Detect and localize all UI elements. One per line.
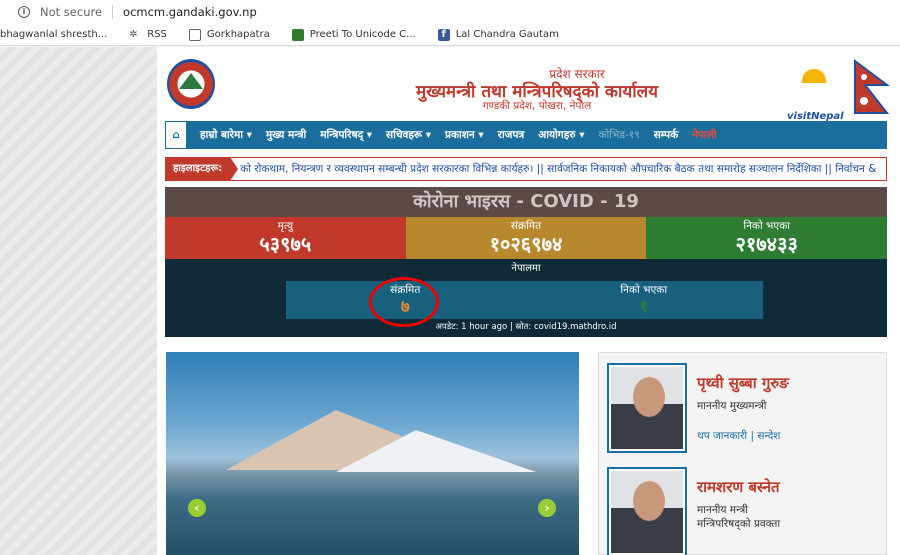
bookmark-item[interactable]: Gorkhapatra — [188, 28, 270, 41]
ticker-text[interactable]: को रोकथाम, नियन्त्रण र व्यवस्थापन सम्बन्… — [230, 162, 876, 176]
nepal-recovered-label: निको भएका — [620, 284, 668, 296]
nepal-recovered-value: १ — [639, 297, 649, 317]
deaths-value: ५३९७५ — [259, 232, 312, 256]
highlights-ticker[interactable]: हाइलाइटहरू: को रोकथाम, नियन्त्रण र व्यवस… — [165, 157, 887, 181]
bookmarks-bar: bhagwanlal shresth... ✲ RSS Gorkhapatra P… — [0, 24, 900, 46]
official-title-2: मन्त्रिपरिषद्‌को प्रवक्ता — [697, 518, 781, 530]
mountain-shape — [336, 430, 536, 472]
prev-arrow-icon[interactable]: ‹ — [188, 499, 206, 517]
nepal-flag-icon — [854, 59, 890, 114]
officials-panel: पृथ्वी सुब्बा गुरुङ माननीय मुख्यमन्त्री … — [598, 352, 887, 555]
covid-widget: कोरोना भाइरस - COVID - 19 मृत्यु ५३९७५ स… — [165, 187, 888, 337]
nav-covid[interactable]: कोभिड-१९ — [591, 128, 646, 142]
nav-contact[interactable]: सम्पर्क — [647, 128, 685, 142]
rss-icon: ✲ — [129, 28, 138, 40]
ticker-label: हाइलाइटहरू: — [165, 158, 239, 180]
recovered-stat: निको भएका २१७४३३ — [646, 217, 888, 259]
nav-council[interactable]: मन्त्रिपरिषद् ▾ — [313, 128, 379, 142]
preeti-icon — [291, 28, 304, 41]
nav-publications[interactable]: प्रकाशन ▾ — [438, 128, 491, 142]
facebook-icon: f — [437, 28, 450, 41]
bookmark-item[interactable]: bhagwanlal shresth... — [0, 29, 107, 40]
nepal-recovered: निको भएका १ — [525, 281, 764, 319]
official-title: माननीय मन्त्री — [697, 504, 749, 516]
official-photo — [607, 467, 687, 555]
visit-nepal-logo: visitNepal 2020 — [787, 69, 847, 129]
confirmed-label: संक्रमित — [510, 220, 542, 232]
deaths-label: मृत्यु — [277, 220, 294, 232]
bookmark-item[interactable]: f Lal Chandra Gautam — [437, 28, 559, 41]
recovered-label: निको भएका — [743, 220, 790, 232]
nav-commissions[interactable]: आयोगहरु ▾ — [531, 128, 591, 142]
covid-title: कोरोना भाइरस - COVID - 19 — [165, 187, 887, 217]
nav-about[interactable]: हाम्रो बारेमा ▾ — [193, 128, 259, 142]
official-title: माननीय मुख्यमन्त्री — [697, 400, 767, 412]
bookmark-label: Preeti To Unicode C... — [309, 29, 416, 40]
nav-language[interactable]: नेपाली — [685, 128, 723, 142]
official-photo — [607, 363, 687, 453]
security-status: Not secure — [40, 5, 103, 19]
mountain-icon — [179, 73, 203, 89]
global-stats: मृत्यु ५३९७५ संक्रमित १०२६९७४ निको भएका … — [165, 217, 888, 259]
bookmark-item[interactable]: ✲ RSS — [129, 29, 167, 41]
nav-secretaries[interactable]: सचिवहरू ▾ — [379, 128, 438, 142]
bookmark-item[interactable]: Preeti To Unicode C... — [291, 28, 416, 41]
official-name[interactable]: रामशरण बस्नेत — [697, 477, 780, 497]
nav-gazette[interactable]: राजपत्र — [491, 128, 532, 142]
info-icon[interactable]: i — [18, 6, 30, 18]
nav-chief-minister[interactable]: मुख्य मन्त्री — [259, 128, 313, 142]
deaths-stat: मृत्यु ५३९७५ — [165, 217, 406, 259]
address-bar[interactable]: i Not secure ocmcm.gandaki.gov.np — [0, 0, 900, 24]
bookmark-label: Lal Chandra Gautam — [455, 29, 559, 40]
home-button[interactable]: ⌂ — [165, 121, 187, 149]
confirmed-stat: संक्रमित १०२६९७४ — [405, 217, 647, 259]
image-slider[interactable]: ‹ › — [166, 352, 579, 555]
bookmark-label: Gorkhapatra — [206, 29, 270, 40]
url-text[interactable]: ocmcm.gandaki.gov.np — [123, 5, 257, 19]
official-name[interactable]: पृथ्वी सुब्बा गुरुङ — [697, 373, 789, 393]
bookmark-label: bhagwanlal shresth... — [0, 29, 108, 40]
confirmed-value: १०२६९७४ — [489, 232, 563, 256]
emblem-logo[interactable] — [167, 59, 215, 109]
divider — [112, 5, 114, 19]
next-arrow-icon[interactable]: › — [538, 499, 556, 517]
home-icon: ⌂ — [172, 129, 180, 141]
highlight-circle — [369, 277, 439, 327]
recovered-value: २१७४३३ — [735, 232, 798, 256]
site-container: प्रदेश सरकार मुख्यमन्त्री तथा मन्त्रिपरि… — [157, 47, 900, 555]
office-address: गण्डकी प्रदेश, पोखरा, नेपाल — [482, 100, 592, 112]
bookmark-label: RSS — [147, 29, 167, 40]
umbrella-icon — [802, 69, 826, 83]
covid-update-note: अपडेट: 1 hour ago | स्रोत: covid19.mathd… — [435, 322, 617, 332]
main-nav: ⌂ हाम्रो बारेमा ▾ मुख्य मन्त्री मन्त्रिप… — [165, 121, 887, 149]
globe-icon — [188, 28, 201, 41]
official-links[interactable]: थप जानकारी | सन्देश — [697, 429, 780, 443]
nepal-stats: संक्रमित ७ निको भएका १ — [286, 281, 763, 319]
nepal-label: नेपालमा — [511, 263, 541, 274]
